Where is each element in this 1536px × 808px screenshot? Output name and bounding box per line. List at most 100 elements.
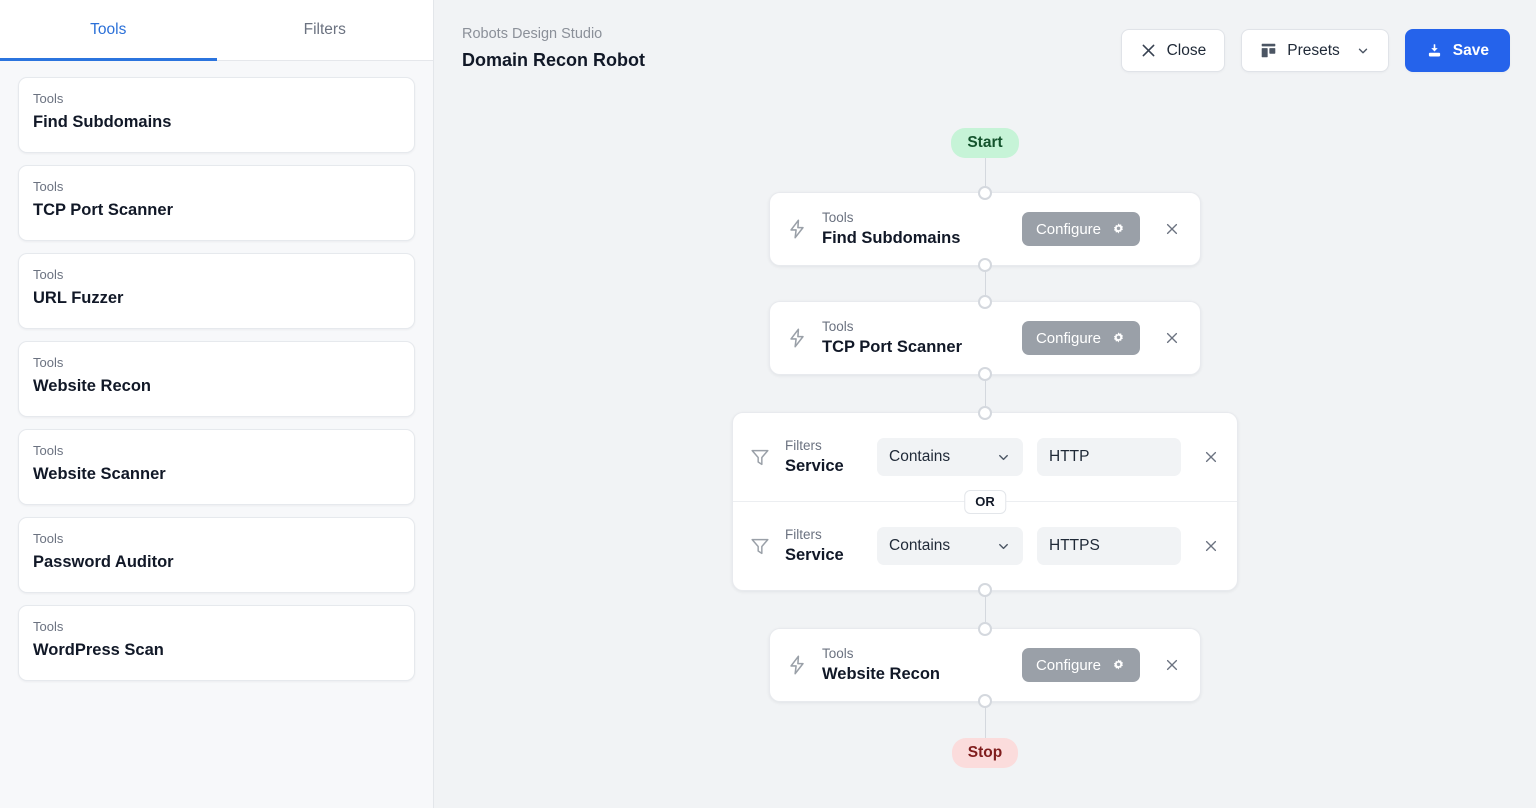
filter-row[interactable]: Filters Service Contains — [733, 502, 1237, 590]
tab-tools[interactable]: Tools — [0, 0, 217, 60]
filter-group[interactable]: Filters Service Contains — [732, 412, 1238, 591]
presets-button[interactable]: Presets — [1241, 29, 1389, 72]
close-icon — [1140, 42, 1157, 59]
tool-card-name: Password Auditor — [33, 550, 400, 574]
connector-dot-bottom[interactable] — [978, 367, 992, 381]
connector-dot-top[interactable] — [978, 406, 992, 420]
list-item[interactable]: Tools Find Subdomains — [18, 77, 415, 153]
sidebar: Tools Filters Tools Find Subdomains Tool… — [0, 0, 434, 808]
connector-dot-bottom[interactable] — [978, 583, 992, 597]
stop-badge: Stop — [952, 738, 1018, 768]
flow-node-name: TCP Port Scanner — [822, 336, 1008, 359]
connector-dot-top[interactable] — [978, 295, 992, 309]
funnel-icon — [749, 446, 771, 468]
configure-button[interactable]: Configure — [1022, 321, 1140, 355]
tab-filters-label: Filters — [304, 21, 346, 39]
filter-field-name: Service — [785, 544, 863, 567]
connector-dot-bottom[interactable] — [978, 694, 992, 708]
toolbar: Robots Design Studio Domain Recon Robot … — [434, 0, 1536, 96]
flow-diagram: Start Tools Find Subdomains — [434, 128, 1536, 768]
filter-logic-divider: OR — [733, 501, 1237, 502]
connector-dot-top[interactable] — [978, 622, 992, 636]
filter-kind: Filters — [785, 525, 863, 544]
tool-palette-list: Tools Find Subdomains Tools TCP Port Sca… — [0, 61, 433, 808]
list-item[interactable]: Tools WordPress Scan — [18, 605, 415, 681]
chevron-down-icon — [996, 450, 1011, 465]
filter-row[interactable]: Filters Service Contains — [733, 413, 1237, 501]
bolt-icon — [786, 218, 808, 240]
page-title: Domain Recon Robot — [462, 47, 645, 73]
configure-button[interactable]: Configure — [1022, 212, 1140, 246]
save-button[interactable]: Save — [1405, 29, 1510, 72]
tool-card-name: TCP Port Scanner — [33, 198, 400, 222]
filter-field-name: Service — [785, 455, 863, 478]
presets-button-label: Presets — [1287, 42, 1340, 60]
flow-node-text: Tools Website Recon — [822, 644, 1008, 686]
save-button-label: Save — [1453, 42, 1489, 60]
tool-card-kind: Tools — [33, 354, 400, 372]
bolt-icon — [786, 327, 808, 349]
chevron-down-icon — [996, 539, 1011, 554]
configure-button[interactable]: Configure — [1022, 648, 1140, 682]
filter-label: Filters Service — [785, 525, 863, 567]
filter-label: Filters Service — [785, 436, 863, 478]
configure-button-label: Configure — [1036, 221, 1101, 238]
funnel-icon — [749, 535, 771, 557]
remove-node-icon[interactable] — [1162, 657, 1182, 673]
tool-card-kind: Tools — [33, 442, 400, 460]
gear-icon — [1111, 222, 1126, 237]
remove-filter-icon[interactable] — [1201, 449, 1221, 465]
breadcrumb-parent: Robots Design Studio — [462, 24, 645, 45]
list-item[interactable]: Tools Password Auditor — [18, 517, 415, 593]
dashboard-icon — [1260, 42, 1277, 59]
flow-node-tcp-port-scanner[interactable]: Tools TCP Port Scanner Configure — [769, 301, 1201, 375]
filter-operator-value: Contains — [889, 537, 950, 555]
filter-value-input[interactable] — [1037, 527, 1181, 565]
list-item[interactable]: Tools Website Recon — [18, 341, 415, 417]
sidebar-tabs: Tools Filters — [0, 0, 433, 61]
configure-button-label: Configure — [1036, 330, 1101, 347]
breadcrumb: Robots Design Studio Domain Recon Robot — [462, 24, 645, 73]
chevron-down-icon — [1356, 44, 1370, 58]
design-studio-app: Tools Filters Tools Find Subdomains Tool… — [0, 0, 1536, 808]
flow-node-find-subdomains[interactable]: Tools Find Subdomains Configure — [769, 192, 1201, 266]
filter-operator-select[interactable]: Contains — [877, 438, 1023, 476]
tool-card-kind: Tools — [33, 266, 400, 284]
gear-icon — [1111, 331, 1126, 346]
tab-filters[interactable]: Filters — [217, 0, 434, 60]
tool-card-name: Find Subdomains — [33, 110, 400, 134]
save-icon — [1426, 42, 1443, 59]
remove-node-icon[interactable] — [1162, 221, 1182, 237]
tool-card-name: URL Fuzzer — [33, 286, 400, 310]
close-button[interactable]: Close — [1121, 29, 1226, 72]
flow-node-text: Tools Find Subdomains — [822, 208, 1008, 250]
tab-tools-label: Tools — [90, 21, 126, 39]
remove-node-icon[interactable] — [1162, 330, 1182, 346]
flow-node-kind: Tools — [822, 644, 1008, 663]
remove-filter-icon[interactable] — [1201, 538, 1221, 554]
flow-node-name: Find Subdomains — [822, 227, 1008, 250]
tool-card-name: WordPress Scan — [33, 638, 400, 662]
main-panel: Robots Design Studio Domain Recon Robot … — [434, 0, 1536, 808]
logic-operator-badge[interactable]: OR — [964, 490, 1006, 514]
list-item[interactable]: Tools URL Fuzzer — [18, 253, 415, 329]
tool-card-kind: Tools — [33, 178, 400, 196]
flow-canvas[interactable]: Start Tools Find Subdomains — [434, 96, 1536, 808]
list-item[interactable]: Tools Website Scanner — [18, 429, 415, 505]
start-badge: Start — [951, 128, 1018, 158]
toolbar-actions: Close Presets — [1121, 29, 1510, 72]
configure-button-label: Configure — [1036, 657, 1101, 674]
tool-card-kind: Tools — [33, 90, 400, 108]
gear-icon — [1111, 658, 1126, 673]
tool-card-name: Website Scanner — [33, 462, 400, 486]
filter-operator-select[interactable]: Contains — [877, 527, 1023, 565]
list-item[interactable]: Tools TCP Port Scanner — [18, 165, 415, 241]
tool-card-kind: Tools — [33, 530, 400, 548]
connector-dot-top[interactable] — [978, 186, 992, 200]
flow-node-kind: Tools — [822, 317, 1008, 336]
connector-dot-bottom[interactable] — [978, 258, 992, 272]
filter-operator-value: Contains — [889, 448, 950, 466]
filter-value-input[interactable] — [1037, 438, 1181, 476]
flow-node-website-recon[interactable]: Tools Website Recon Configure — [769, 628, 1201, 702]
flow-node-text: Tools TCP Port Scanner — [822, 317, 1008, 359]
